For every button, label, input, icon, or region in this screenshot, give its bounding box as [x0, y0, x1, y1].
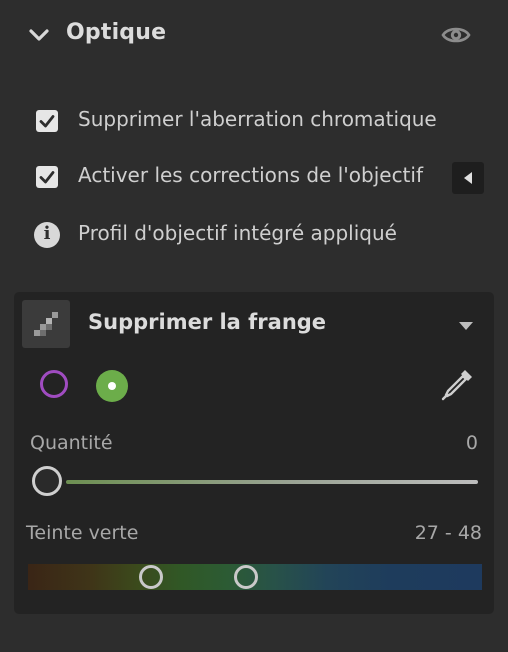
caret-down-icon[interactable] [458, 321, 474, 331]
green-hue-low-thumb[interactable] [138, 565, 163, 589]
info-icon: i [34, 222, 60, 248]
defringe-icon [22, 300, 70, 348]
amount-slider-track[interactable] [66, 480, 478, 484]
triangle-left-icon [464, 172, 472, 184]
lens-corrections-checkbox[interactable] [36, 166, 58, 188]
purple-fringe-swatch[interactable] [40, 370, 68, 398]
defringe-card: Supprimer la frange Quantité 0 Teinte ve… [14, 292, 494, 614]
lens-profile-info-label: Profil d'objectif intégré appliqué [78, 221, 397, 245]
lens-corrections-expand-button[interactable] [452, 162, 484, 194]
green-fringe-swatch[interactable] [96, 370, 128, 402]
green-hue-value[interactable]: 27 - 48 [415, 522, 482, 544]
amount-slider-thumb[interactable] [32, 466, 62, 496]
optics-section-header[interactable]: Optique [0, 0, 508, 72]
lens-corrections-label: Activer les corrections de l'objectif [78, 163, 423, 187]
option-remove-chromatic-aberration[interactable]: Supprimer l'aberration chromatique [30, 104, 490, 138]
optics-panel: Optique Supprimer l'aberration chromatiq… [0, 0, 508, 652]
green-hue-high-thumb[interactable] [233, 565, 258, 589]
lens-profile-info: i Profil d'objectif intégré appliqué [30, 218, 490, 252]
defringe-title: Supprimer la frange [88, 310, 327, 334]
option-enable-lens-corrections[interactable]: Activer les corrections de l'objectif [30, 160, 490, 194]
checkmark-icon [39, 115, 55, 128]
amount-value[interactable]: 0 [466, 432, 478, 454]
green-hue-label: Teinte verte [26, 522, 139, 544]
chevron-down-icon[interactable] [26, 26, 52, 46]
section-title: Optique [66, 20, 167, 45]
checkmark-icon [39, 171, 55, 184]
chromatic-aberration-checkbox[interactable] [36, 110, 58, 132]
eye-icon[interactable] [440, 22, 472, 48]
amount-label: Quantité [30, 432, 113, 454]
chromatic-aberration-label: Supprimer l'aberration chromatique [78, 107, 437, 131]
eyedropper-icon[interactable] [438, 364, 478, 404]
